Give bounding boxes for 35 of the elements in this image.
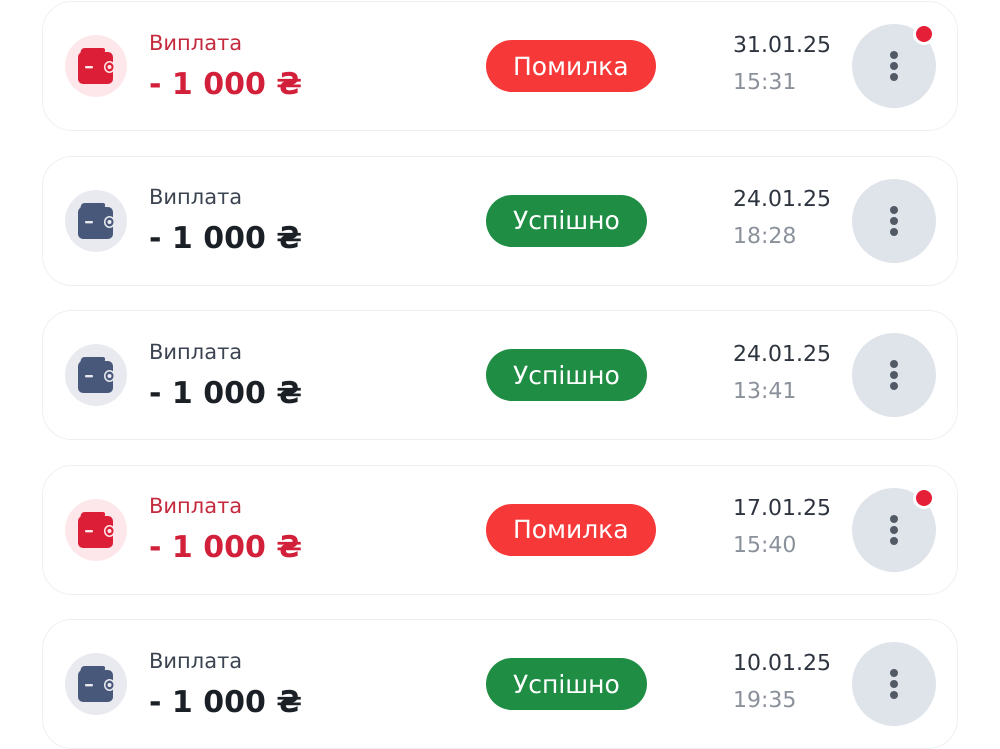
- amount-text: - 1 000 ₴: [149, 376, 302, 412]
- time-text: 13:41: [733, 378, 796, 406]
- amount-text: - 1 000 ₴: [149, 66, 302, 102]
- vertical-dots-icon: [890, 669, 898, 699]
- transaction-type-label: Виплата: [149, 30, 242, 56]
- time-text: 18:28: [733, 223, 796, 251]
- wallet-icon: [65, 498, 127, 560]
- date-text: 24.01.25: [733, 186, 831, 214]
- vertical-dots-icon: [890, 206, 898, 236]
- wallet-icon: [65, 35, 127, 97]
- transaction-type-label: Виплата: [149, 184, 242, 210]
- date-text: 31.01.25: [733, 32, 831, 60]
- time-text: 15:31: [733, 68, 796, 96]
- wallet-icon: [65, 653, 127, 715]
- date-text: 24.01.25: [733, 340, 831, 368]
- date-text: 10.01.25: [733, 650, 831, 678]
- vertical-dots-icon: [890, 51, 898, 81]
- amount-text: - 1 000 ₴: [149, 530, 302, 566]
- vertical-dots-icon: [890, 514, 898, 544]
- status-badge: Помилка: [486, 504, 656, 556]
- status-badge: Успішно: [486, 349, 647, 401]
- vertical-dots-icon: [890, 360, 898, 390]
- status-badge: Успішно: [486, 194, 647, 246]
- transaction-type-label: Виплата: [149, 493, 242, 519]
- transaction-type-label: Виплата: [149, 338, 242, 364]
- date-text: 17.01.25: [733, 495, 831, 523]
- status-badge: Помилка: [486, 40, 656, 92]
- transaction-type-label: Виплата: [149, 648, 242, 674]
- amount-text: - 1 000 ₴: [149, 684, 302, 720]
- time-text: 15:40: [733, 532, 796, 560]
- status-badge: Успішно: [486, 658, 647, 710]
- wallet-icon: [65, 344, 127, 406]
- amount-text: - 1 000 ₴: [149, 221, 302, 257]
- time-text: 19:35: [733, 686, 796, 714]
- wallet-icon: [65, 190, 127, 252]
